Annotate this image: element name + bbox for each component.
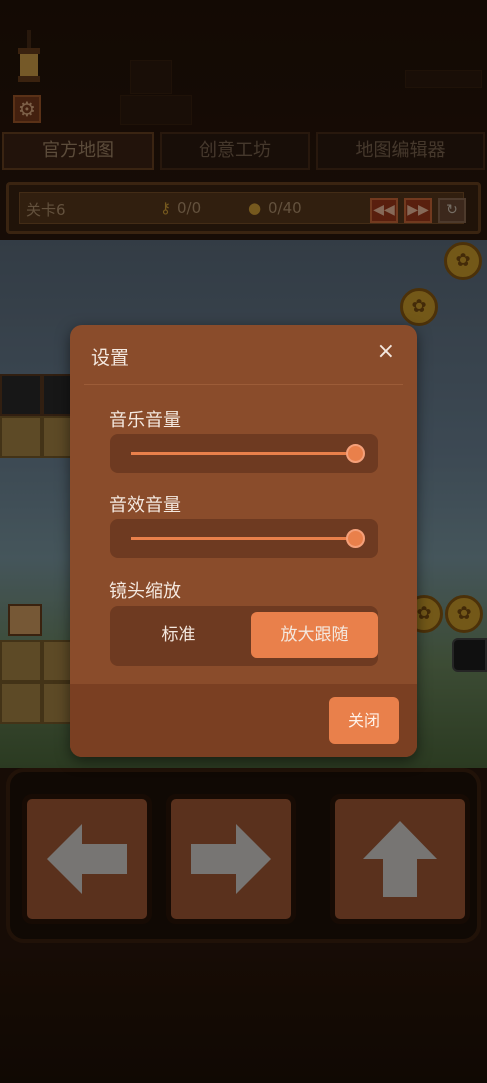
slider-thumb[interactable] — [346, 444, 365, 463]
music-volume-label: 音乐音量 — [109, 410, 181, 431]
sfx-volume-label: 音效音量 — [109, 495, 181, 516]
close-icon[interactable]: × — [377, 339, 395, 364]
dialog-title: 设置 — [91, 347, 130, 369]
divider — [84, 384, 403, 385]
dialog-footer: 关闭 — [70, 684, 417, 757]
slider-thumb[interactable] — [346, 529, 365, 548]
camera-zoom-label: 镜头缩放 — [109, 581, 181, 602]
slider-track — [131, 537, 357, 540]
zoom-option-follow[interactable]: 放大跟随 — [251, 612, 378, 658]
close-button[interactable]: 关闭 — [329, 697, 399, 744]
sfx-volume-slider[interactable] — [110, 519, 378, 558]
camera-zoom-toggle: 标准 放大跟随 — [110, 606, 378, 666]
settings-dialog: 设置 × 音乐音量 音效音量 镜头缩放 标准 放大跟随 关闭 — [70, 325, 417, 757]
music-volume-slider[interactable] — [110, 434, 378, 473]
slider-track — [131, 452, 357, 455]
zoom-option-standard[interactable]: 标准 — [115, 612, 242, 658]
